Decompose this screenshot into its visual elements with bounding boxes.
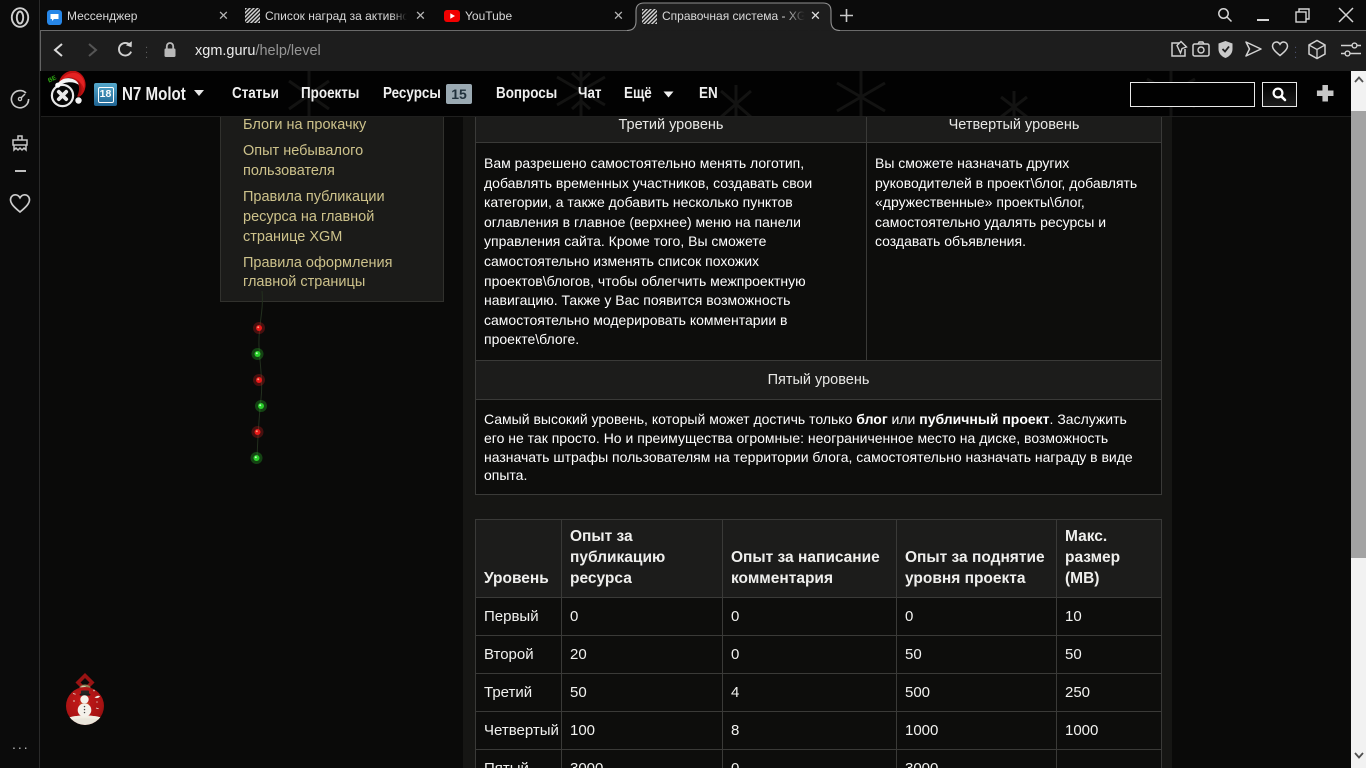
svg-text:BE: BE — [48, 74, 58, 84]
